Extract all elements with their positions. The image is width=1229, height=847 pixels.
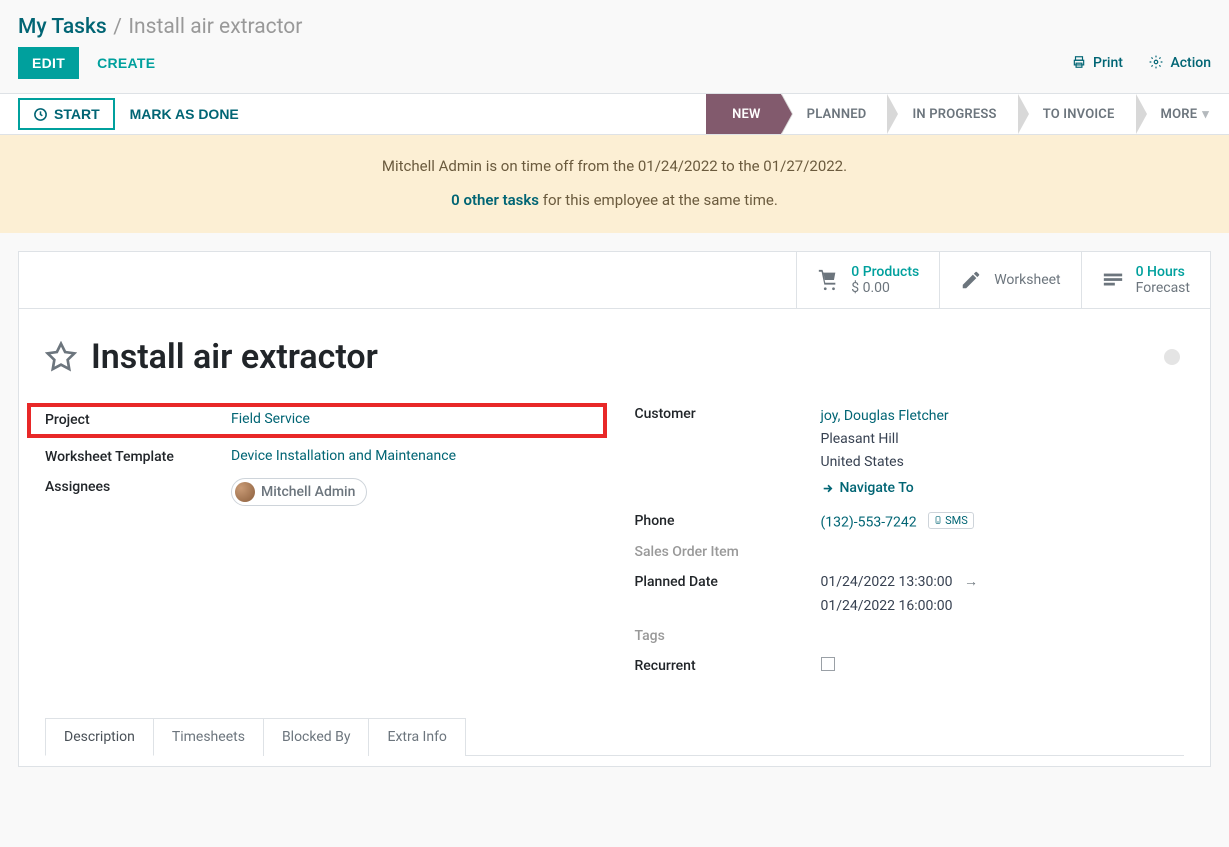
print-icon — [1072, 55, 1086, 69]
mobile-icon — [934, 515, 942, 525]
planned-date-label: Planned Date — [635, 573, 821, 590]
stage-to-invoice[interactable]: TO INVOICE — [1017, 94, 1135, 134]
edit-button[interactable]: EDIT — [18, 47, 79, 79]
customer-country: United States — [821, 451, 1185, 474]
other-tasks-link[interactable]: 0 other tasks — [451, 191, 539, 209]
task-title: Install air extractor — [91, 337, 378, 377]
stage-flow: NEW PLANNED IN PROGRESS TO INVOICE MORE▾ — [706, 94, 1229, 134]
status-bar: START MARK AS DONE NEW PLANNED IN PROGRE… — [0, 93, 1229, 135]
stat-products[interactable]: 0 Products$ 0.00 — [796, 252, 939, 308]
pencil-icon — [960, 269, 982, 291]
assignees-label: Assignees — [45, 478, 231, 495]
forecast-icon — [1102, 269, 1124, 291]
tab-timesheets[interactable]: Timesheets — [153, 718, 264, 756]
arrow-right-icon — [821, 482, 834, 495]
kanban-state-dot[interactable] — [1164, 349, 1180, 365]
tabs: Description Timesheets Blocked By Extra … — [45, 718, 1184, 756]
planned-date-start: 01/24/2022 13:30:00 — [821, 574, 953, 590]
breadcrumb: My Tasks / Install air extractor — [0, 0, 1229, 47]
notice-banner: Mitchell Admin is on time off from the 0… — [0, 135, 1229, 233]
avatar — [235, 482, 255, 502]
project-label: Project — [45, 411, 231, 428]
print-button[interactable]: Print — [1072, 55, 1123, 71]
stat-worksheet[interactable]: Worksheet — [939, 252, 1080, 308]
breadcrumb-parent[interactable]: My Tasks — [18, 15, 107, 39]
caret-down-icon: ▾ — [1202, 107, 1209, 122]
customer-city: Pleasant Hill — [821, 428, 1185, 451]
customer-name[interactable]: joy, Douglas Fletcher — [821, 408, 949, 424]
phone-value[interactable]: (132)-553-7242 — [821, 514, 917, 530]
worksheet-template-label: Worksheet Template — [45, 448, 231, 465]
recurrent-checkbox[interactable] — [821, 657, 835, 671]
arrow-right-icon: → — [964, 573, 978, 590]
action-button[interactable]: Action — [1149, 55, 1211, 71]
sms-button[interactable]: SMS — [928, 512, 974, 529]
gear-icon — [1149, 55, 1163, 69]
mark-as-done-button[interactable]: MARK AS DONE — [115, 98, 254, 130]
assignee-name: Mitchell Admin — [261, 484, 355, 500]
cart-icon — [817, 269, 839, 291]
tags-label: Tags — [635, 627, 821, 644]
stage-new[interactable]: NEW — [706, 94, 781, 134]
customer-label: Customer — [635, 405, 821, 422]
highlight-box: Project Field Service — [27, 403, 607, 438]
stat-hours[interactable]: 0 HoursForecast — [1081, 252, 1210, 308]
start-button[interactable]: START — [18, 98, 115, 130]
notice-timeoff: Mitchell Admin is on time off from the 0… — [18, 157, 1211, 175]
breadcrumb-separator: / — [113, 15, 122, 39]
worksheet-template-value[interactable]: Device Installation and Maintenance — [231, 448, 456, 464]
stage-planned[interactable]: PLANNED — [781, 94, 887, 134]
form-card: 0 Products$ 0.00 Worksheet 0 HoursForeca… — [18, 251, 1211, 767]
navigate-to-link[interactable]: Navigate To — [821, 480, 914, 496]
assignee-tag[interactable]: Mitchell Admin — [231, 478, 367, 506]
sales-order-item-label: Sales Order Item — [635, 543, 821, 560]
tab-extra-info[interactable]: Extra Info — [368, 718, 465, 756]
clock-icon — [33, 107, 48, 122]
stat-row: 0 Products$ 0.00 Worksheet 0 HoursForeca… — [19, 252, 1210, 309]
planned-date-end: 01/24/2022 16:00:00 — [821, 598, 1185, 614]
toolbar: EDIT CREATE Print Action — [0, 47, 1229, 93]
create-button[interactable]: CREATE — [97, 55, 155, 71]
stage-in-progress[interactable]: IN PROGRESS — [886, 94, 1016, 134]
stage-more[interactable]: MORE▾ — [1135, 94, 1229, 134]
other-tasks-text: for this employee at the same time. — [539, 191, 778, 209]
tab-blocked-by[interactable]: Blocked By — [263, 718, 370, 756]
phone-label: Phone — [635, 512, 821, 529]
tab-description[interactable]: Description — [45, 718, 154, 756]
breadcrumb-current: Install air extractor — [128, 15, 302, 39]
project-value[interactable]: Field Service — [231, 411, 310, 427]
recurrent-label: Recurrent — [635, 657, 821, 674]
star-icon[interactable] — [45, 341, 77, 373]
